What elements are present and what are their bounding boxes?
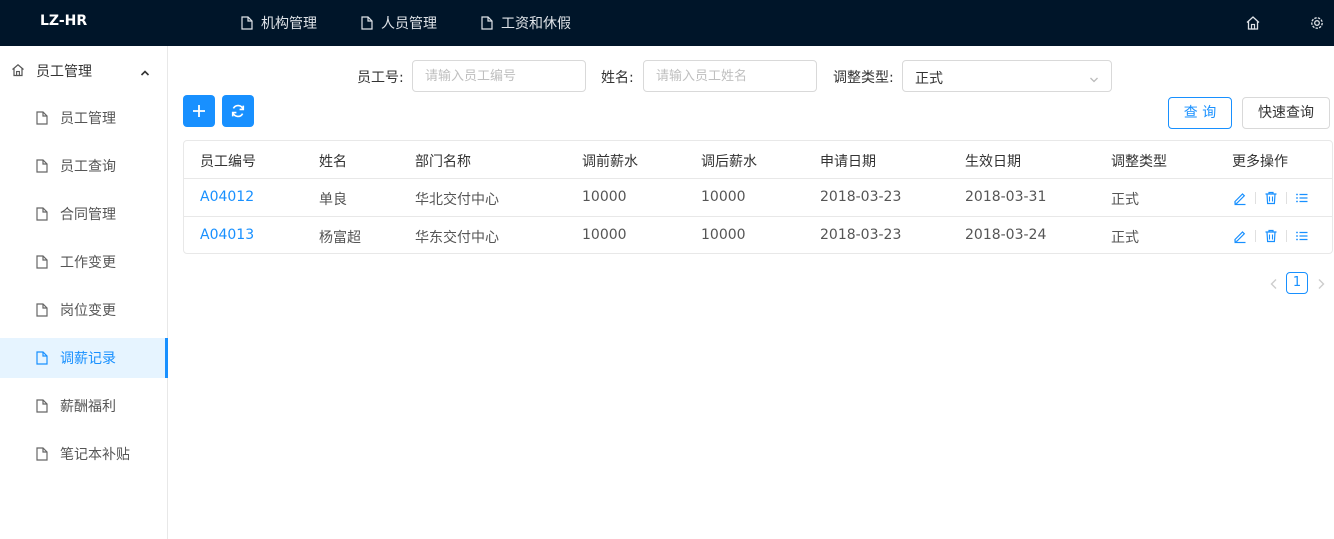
document-icon — [241, 16, 253, 30]
document-icon — [36, 447, 48, 461]
cell-salary-after: 10000 — [701, 189, 746, 205]
document-icon — [36, 351, 48, 365]
cell-adjust-type: 正式 — [1111, 192, 1139, 208]
cell-adjust-type: 正式 — [1111, 230, 1139, 246]
top-navigation-bar: LZ-HR 机构管理 人员管理 工资和休假 — [0, 0, 1334, 46]
document-icon — [481, 16, 493, 30]
document-icon — [36, 111, 48, 125]
cell-salary-before: 10000 — [582, 227, 627, 243]
sidebar-item-benefits[interactable]: 薪酬福利 — [0, 386, 167, 426]
name-label: 姓名: — [601, 70, 634, 86]
name-input[interactable] — [643, 60, 817, 92]
salary-table: 员工编号 姓名 部门名称 调前薪水 调后薪水 申请日期 生效日期 调整类型 更多… — [183, 140, 1333, 254]
cell-apply-date: 2018-03-23 — [820, 227, 902, 243]
emp-no-label: 员工号: — [357, 70, 404, 86]
sidebar-item-label: 合同管理 — [60, 207, 116, 223]
divider — [1255, 192, 1256, 204]
document-icon — [361, 16, 373, 30]
col-header: 调前薪水 — [582, 154, 638, 170]
type-label: 调整类型: — [833, 70, 894, 86]
query-button[interactable]: 查 询 — [1168, 97, 1232, 129]
col-header: 姓名 — [319, 154, 347, 170]
sidebar-group-employee[interactable]: 员工管理 — [0, 46, 167, 94]
employee-id-link[interactable]: A04013 — [200, 227, 254, 243]
sidebar-item-label: 员工管理 — [60, 111, 116, 127]
refresh-icon — [231, 104, 245, 118]
document-icon — [36, 399, 48, 413]
sidebar-item-label: 笔记本补贴 — [60, 447, 130, 463]
sidebar-item-employee-query[interactable]: 员工查询 — [0, 146, 167, 186]
settings-icon[interactable] — [1308, 14, 1326, 32]
cell-name: 单良 — [319, 192, 347, 208]
cell-department: 华东交付中心 — [415, 230, 499, 246]
col-header: 更多操作 — [1232, 154, 1288, 170]
add-button[interactable] — [183, 95, 215, 127]
home-icon[interactable] — [1244, 14, 1262, 32]
sidebar-item-label: 工作变更 — [60, 255, 116, 271]
cell-effective-date: 2018-03-24 — [965, 227, 1047, 243]
cell-department: 华北交付中心 — [415, 192, 499, 208]
divider — [1286, 230, 1287, 242]
type-select[interactable]: 正式 — [902, 60, 1112, 92]
sidebar-group-label: 员工管理 — [36, 64, 92, 80]
edit-icon[interactable] — [1232, 190, 1248, 206]
sidebar-item-laptop-subsidy[interactable]: 笔记本补贴 — [0, 434, 167, 474]
prev-page-icon[interactable] — [1268, 277, 1280, 291]
sidebar-item-label: 员工查询 — [60, 159, 116, 175]
employee-id-link[interactable]: A04012 — [200, 189, 254, 205]
sidebar-item-employee-manage[interactable]: 员工管理 — [0, 98, 167, 138]
topnav-item-salary[interactable]: 工资和休假 — [481, 0, 571, 46]
divider — [1286, 192, 1287, 204]
delete-icon[interactable] — [1263, 228, 1279, 244]
col-header: 申请日期 — [820, 154, 876, 170]
next-page-icon[interactable] — [1315, 277, 1327, 291]
document-icon — [36, 207, 48, 221]
sidebar-item-label: 调薪记录 — [60, 351, 116, 367]
topnav-item-people[interactable]: 人员管理 — [361, 0, 437, 46]
col-header: 生效日期 — [965, 154, 1021, 170]
cell-salary-after: 10000 — [701, 227, 746, 243]
page-number-current[interactable]: 1 — [1286, 272, 1308, 294]
cell-name: 杨富超 — [319, 230, 361, 246]
cell-apply-date: 2018-03-23 — [820, 189, 902, 205]
cell-salary-before: 10000 — [582, 189, 627, 205]
sidebar: 员工管理 员工管理 员工查询 合同管理 工作变更 岗位变更 调薪记录 薪酬福利 … — [0, 46, 168, 539]
row-actions — [1232, 190, 1310, 206]
sidebar-item-post-change[interactable]: 岗位变更 — [0, 290, 167, 330]
list-icon[interactable] — [1294, 228, 1310, 244]
col-header: 调整类型 — [1111, 154, 1167, 170]
sidebar-item-label: 岗位变更 — [60, 303, 116, 319]
brand-logo: LZ-HR — [40, 13, 88, 29]
home-icon — [11, 63, 25, 81]
emp-no-input[interactable] — [412, 60, 586, 92]
chevron-down-icon — [1089, 72, 1099, 88]
col-header: 调后薪水 — [701, 154, 757, 170]
sidebar-item-contract[interactable]: 合同管理 — [0, 194, 167, 234]
chevron-up-icon — [140, 65, 150, 81]
edit-icon[interactable] — [1232, 228, 1248, 244]
col-header: 部门名称 — [415, 154, 471, 170]
document-icon — [36, 303, 48, 317]
topnav-label: 工资和休假 — [501, 16, 571, 32]
plus-icon — [193, 105, 205, 117]
sidebar-item-salary-record[interactable]: 调薪记录 — [0, 338, 168, 378]
divider — [184, 216, 1332, 217]
topnav-label: 人员管理 — [381, 16, 437, 32]
type-select-value: 正式 — [915, 71, 943, 87]
divider — [1255, 230, 1256, 242]
sidebar-item-label: 薪酬福利 — [60, 399, 116, 415]
row-actions — [1232, 228, 1310, 244]
delete-icon[interactable] — [1263, 190, 1279, 206]
document-icon — [36, 255, 48, 269]
cell-effective-date: 2018-03-31 — [965, 189, 1047, 205]
topnav-label: 机构管理 — [261, 16, 317, 32]
sidebar-item-job-change[interactable]: 工作变更 — [0, 242, 167, 282]
col-header: 员工编号 — [200, 154, 256, 170]
topnav-item-org[interactable]: 机构管理 — [241, 0, 317, 46]
quick-query-button[interactable]: 快速查询 — [1242, 97, 1330, 129]
document-icon — [36, 159, 48, 173]
divider — [184, 178, 1332, 179]
list-icon[interactable] — [1294, 190, 1310, 206]
refresh-button[interactable] — [222, 95, 254, 127]
